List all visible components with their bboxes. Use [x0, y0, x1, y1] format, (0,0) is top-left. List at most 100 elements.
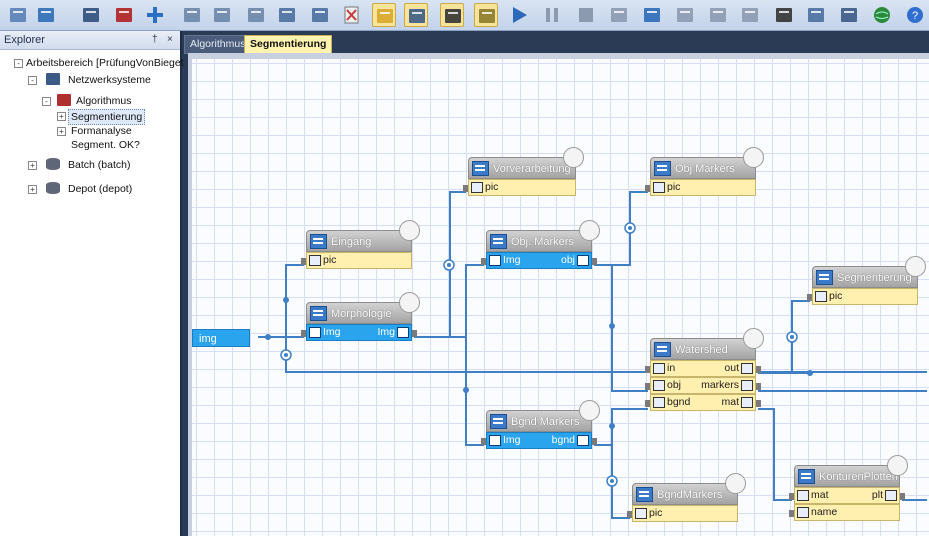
- input-connector[interactable]: [301, 330, 306, 337]
- node-status-indicator[interactable]: [399, 220, 420, 241]
- module-icon[interactable]: [474, 3, 498, 27]
- input-connector[interactable]: [789, 493, 794, 500]
- tab-algorithmus[interactable]: Algorithmus: [184, 35, 252, 54]
- node-bgnd-markers-fn[interactable]: Bgnd Markers Img bgnd: [481, 400, 600, 449]
- new-icon[interactable]: [6, 3, 30, 27]
- input-connector[interactable]: [645, 400, 650, 407]
- node-obj-markers-fn[interactable]: Obj. Markers Img obj: [481, 220, 600, 269]
- input-connector[interactable]: [627, 511, 632, 518]
- script-icon[interactable]: [440, 3, 464, 27]
- globe-icon[interactable]: [870, 3, 894, 27]
- pin-icon[interactable]: †: [152, 31, 158, 49]
- node-port-row[interactable]: pic: [627, 505, 738, 522]
- help-icon[interactable]: ?: [903, 3, 927, 27]
- step-icon[interactable]: [607, 3, 631, 27]
- tree-item-algorithmus[interactable]: Algorithmus: [76, 94, 131, 108]
- output-connector[interactable]: [900, 493, 905, 500]
- node-status-indicator[interactable]: [743, 147, 764, 168]
- node-konturen-plotten[interactable]: KonturenPlotten mat plt name: [789, 455, 908, 521]
- tree-item-batch[interactable]: Batch (batch): [68, 158, 130, 172]
- node-port-row[interactable]: in out: [645, 360, 761, 377]
- wire[interactable]: [414, 191, 466, 338]
- node-port-row[interactable]: name: [789, 504, 900, 521]
- node-watershed[interactable]: Watershed in out obj markers bgnd mat: [645, 328, 764, 411]
- node-port-row[interactable]: Img Img: [301, 324, 417, 341]
- expand-icon[interactable]: +: [28, 185, 37, 194]
- node-status-indicator[interactable]: [905, 256, 926, 277]
- preview-icon[interactable]: [804, 3, 828, 27]
- cut-icon[interactable]: [180, 3, 204, 27]
- node-status-indicator[interactable]: [579, 400, 600, 421]
- input-connector[interactable]: [463, 185, 468, 192]
- settings-icon[interactable]: [837, 3, 861, 27]
- graph-canvas[interactable]: img Eingang pic Morphologie Img Img Vorverarb…: [188, 53, 929, 536]
- step-into-icon[interactable]: [673, 3, 697, 27]
- paste-icon[interactable]: [244, 3, 268, 27]
- step-over-icon[interactable]: [706, 3, 730, 27]
- node-port-row[interactable]: obj markers: [645, 377, 761, 394]
- node-port-row[interactable]: Img obj: [481, 252, 597, 269]
- output-connector[interactable]: [756, 383, 761, 390]
- output-connector[interactable]: [412, 330, 417, 337]
- tab-segmentierung[interactable]: Segmentierung: [244, 35, 333, 54]
- input-connector[interactable]: [301, 258, 306, 265]
- step-out-icon[interactable]: [738, 3, 762, 27]
- import-icon[interactable]: [275, 3, 299, 27]
- node-status-indicator[interactable]: [563, 147, 584, 168]
- input-connector[interactable]: [645, 383, 650, 390]
- node-status-indicator[interactable]: [579, 220, 600, 241]
- output-connector[interactable]: [592, 258, 597, 265]
- node-port-row[interactable]: Img bgnd: [481, 432, 597, 449]
- input-connector[interactable]: [789, 510, 794, 517]
- node-status-indicator[interactable]: [887, 455, 908, 476]
- node-eingang[interactable]: Eingang pic: [301, 220, 420, 269]
- input-connector[interactable]: [645, 366, 650, 373]
- open-icon[interactable]: [34, 3, 58, 27]
- input-port-img[interactable]: img: [192, 329, 250, 347]
- node-port-row[interactable]: pic: [463, 179, 576, 196]
- node-port-row[interactable]: bgnd mat: [645, 394, 761, 411]
- node-status-indicator[interactable]: [743, 328, 764, 349]
- tree-item-segmentierung[interactable]: Segmentierung: [68, 109, 146, 125]
- node-obj-markers-view[interactable]: Obj Markers pic: [645, 147, 764, 196]
- node-port-row[interactable]: mat plt: [789, 487, 905, 504]
- node-status-indicator[interactable]: [725, 473, 746, 494]
- tree-item-formanalyse[interactable]: Formanalyse: [71, 124, 132, 138]
- stop-icon[interactable]: [574, 3, 598, 27]
- wire[interactable]: [285, 337, 927, 373]
- collapse-icon[interactable]: -: [14, 59, 23, 68]
- input-connector[interactable]: [481, 258, 486, 265]
- node-port-row[interactable]: pic: [301, 252, 412, 269]
- copy-icon[interactable]: [210, 3, 234, 27]
- properties-icon[interactable]: [372, 3, 396, 27]
- expand-icon[interactable]: +: [57, 112, 66, 121]
- tree-item-root[interactable]: Arbeitsbereich [PrüfungVonBieget: [26, 56, 184, 70]
- tree-item-segment-ok[interactable]: Segment. OK?: [71, 138, 140, 152]
- input-connector[interactable]: [645, 185, 650, 192]
- print-icon[interactable]: [772, 3, 796, 27]
- input-connector[interactable]: [481, 438, 486, 445]
- node-morphologie[interactable]: Morphologie Img Img: [301, 292, 420, 341]
- wire[interactable]: [758, 408, 792, 501]
- input-connector[interactable]: [807, 294, 812, 301]
- debug-icon[interactable]: [640, 3, 664, 27]
- add-icon[interactable]: [143, 3, 167, 27]
- save-icon[interactable]: [79, 3, 103, 27]
- tools-icon[interactable]: [404, 3, 428, 27]
- expand-icon[interactable]: +: [28, 161, 37, 170]
- node-vorverarbeitung[interactable]: Vorverarbeitung pic: [463, 147, 584, 196]
- output-connector[interactable]: [756, 400, 761, 407]
- node-bgnd-markers-view[interactable]: BgndMarkers pic: [627, 473, 746, 522]
- output-connector[interactable]: [592, 438, 597, 445]
- node-port-row[interactable]: pic: [645, 179, 756, 196]
- node-segmentierung-view[interactable]: Segmentierung pic: [807, 256, 926, 305]
- tree-item-depot[interactable]: Depot (depot): [68, 182, 132, 196]
- export-icon[interactable]: [308, 3, 332, 27]
- close-icon[interactable]: ×: [167, 31, 173, 49]
- tree-item-netzwerksysteme[interactable]: Netzwerksysteme: [68, 73, 151, 87]
- collapse-icon[interactable]: -: [42, 97, 51, 106]
- collapse-icon[interactable]: -: [28, 76, 37, 85]
- run-icon[interactable]: [507, 3, 531, 27]
- delete-icon[interactable]: [340, 3, 364, 27]
- node-status-indicator[interactable]: [399, 292, 420, 313]
